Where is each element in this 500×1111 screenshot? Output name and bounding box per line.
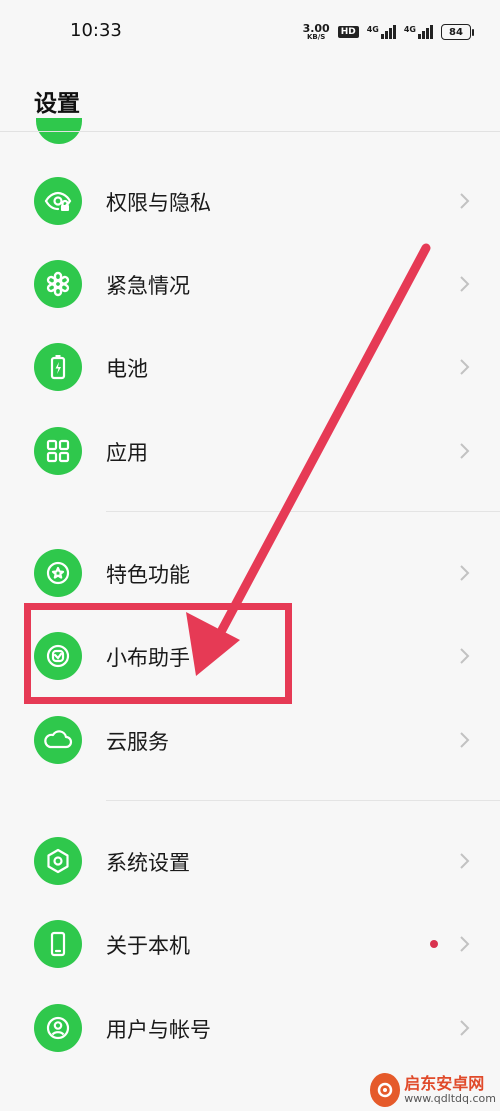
star-circle-icon xyxy=(34,549,82,597)
chevron-right-icon xyxy=(460,193,470,209)
chevron-right-icon xyxy=(460,276,470,292)
settings-item-label: 权限与隐私 xyxy=(106,191,211,215)
chevron-right-icon xyxy=(460,359,470,375)
settings-item-label: 特色功能 xyxy=(106,563,190,587)
signal-icon-sim1: 4G xyxy=(367,25,396,39)
status-bar: 10:33 3.00 KB/S HD 4G 4G 84 xyxy=(0,0,500,62)
battery-icon: 84 xyxy=(441,24,474,40)
site-watermark: 启东安卓网 www.qdltdq.com xyxy=(370,1072,496,1108)
settings-item-label: 电池 xyxy=(106,357,148,381)
settings-item-label: 用户与帐号 xyxy=(106,1018,211,1042)
annotation-highlight-box xyxy=(24,603,292,704)
chevron-right-icon xyxy=(460,853,470,869)
network-speed: 3.00 KB/S xyxy=(303,23,330,41)
settings-item-label: 关于本机 xyxy=(106,934,190,958)
hexagon-gear-icon xyxy=(34,837,82,885)
chevron-right-icon xyxy=(460,648,470,664)
hd-voice-icon: HD xyxy=(337,26,359,38)
watermark-logo-icon xyxy=(370,1073,401,1107)
settings-item-cloud-service[interactable]: 云服务 xyxy=(0,710,500,770)
eye-lock-icon xyxy=(34,177,82,225)
status-icons: 3.00 KB/S HD 4G 4G 84 xyxy=(303,20,474,44)
network-speed-unit: KB/S xyxy=(306,33,326,41)
status-time: 10:33 xyxy=(70,20,122,41)
chevron-right-icon xyxy=(460,565,470,581)
network-type-label: 4G xyxy=(366,25,379,34)
header-divider xyxy=(0,131,500,132)
settings-item-special-features[interactable]: 特色功能 xyxy=(0,543,500,603)
watermark-url: www.qdltdq.com xyxy=(404,1091,496,1105)
settings-item-label: 应用 xyxy=(106,441,148,465)
settings-item-system-settings[interactable]: 系统设置 xyxy=(0,831,500,891)
settings-item-apps[interactable]: 应用 xyxy=(0,421,500,481)
battery-level: 84 xyxy=(449,26,463,38)
settings-item-label: 云服务 xyxy=(106,730,169,754)
cloud-icon xyxy=(34,716,82,764)
page-title: 设置 xyxy=(34,91,80,117)
settings-item-label: 系统设置 xyxy=(106,851,190,875)
settings-item-about-phone[interactable]: 关于本机 xyxy=(0,914,500,974)
apps-grid-icon xyxy=(34,427,82,475)
battery-icon xyxy=(34,343,82,391)
update-badge-dot xyxy=(430,940,438,948)
section-divider xyxy=(106,800,500,801)
signal-icon-sim2: 4G xyxy=(404,25,433,39)
phone-icon xyxy=(34,920,82,968)
chevron-right-icon xyxy=(460,936,470,952)
chevron-right-icon xyxy=(460,1020,470,1036)
section-divider xyxy=(106,511,500,512)
network-type-label: 4G xyxy=(403,25,416,34)
settings-item-users-accounts[interactable]: 用户与帐号 xyxy=(0,998,500,1058)
settings-item-battery[interactable]: 电池 xyxy=(0,337,500,397)
chevron-right-icon xyxy=(460,443,470,459)
settings-item-label: 紧急情况 xyxy=(106,274,190,298)
asterisk-icon xyxy=(34,260,82,308)
chevron-right-icon xyxy=(460,732,470,748)
settings-item-emergency[interactable]: 紧急情况 xyxy=(0,254,500,314)
watermark-name: 启东安卓网 xyxy=(404,1074,485,1094)
settings-item-privacy[interactable]: 权限与隐私 xyxy=(0,171,500,231)
user-icon xyxy=(34,1004,82,1052)
